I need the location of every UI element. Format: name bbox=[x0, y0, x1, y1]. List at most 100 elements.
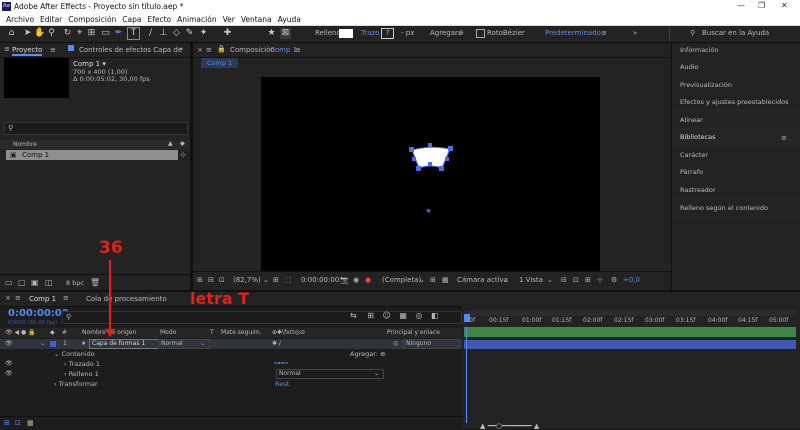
tab-menu-icon[interactable]: ≡ bbox=[63, 294, 69, 302]
panel-audio[interactable]: Audio bbox=[672, 59, 800, 76]
menu-ver[interactable]: Ver bbox=[223, 15, 235, 24]
menu-capa[interactable]: Capa bbox=[122, 15, 141, 24]
lock-icon[interactable]: 🔒 bbox=[217, 45, 226, 53]
zoom-tool-icon[interactable]: ⚲ bbox=[46, 28, 57, 39]
tab-comp-name[interactable]: Comp 1 bbox=[270, 46, 297, 54]
help-search[interactable]: ⚲ Buscar en la Ayuda bbox=[669, 28, 796, 39]
visibility-icon[interactable]: 👁 bbox=[5, 340, 13, 347]
mask-icon[interactable]: ⊡ bbox=[219, 276, 225, 284]
puppet-tool-icon[interactable]: ✦ bbox=[198, 28, 209, 39]
brush-tool-icon[interactable]: / bbox=[145, 28, 156, 39]
panel-tracker[interactable]: Rastreador bbox=[672, 182, 800, 199]
roto-brush-tool-icon[interactable]: ✎ bbox=[184, 28, 195, 39]
shy-icon[interactable]: ☺ bbox=[383, 311, 391, 320]
region-of-interest-icon[interactable]: ▦ bbox=[442, 276, 449, 284]
tab-composition[interactable]: Composición bbox=[230, 46, 275, 54]
add-icon[interactable]: ⊕ bbox=[458, 29, 464, 37]
menu-composicion[interactable]: Composición bbox=[68, 15, 116, 24]
tab-effect-controls[interactable]: Controles de efectos Capa de bbox=[79, 46, 182, 54]
zoom-slider[interactable]: ▲ ━━○━━━━━━━ ▲ bbox=[480, 422, 539, 430]
flowchart-icon[interactable]: ⊹ bbox=[180, 151, 186, 159]
contents-row[interactable]: ⌄ Contenido bbox=[54, 350, 95, 358]
tab-close-icon[interactable]: ≡ bbox=[50, 46, 56, 54]
draft-3d-icon[interactable]: ⊞ bbox=[367, 311, 374, 320]
label-icon[interactable]: ◆ bbox=[50, 329, 55, 336]
transform-row[interactable]: › Transformar bbox=[54, 380, 98, 388]
sort-icon[interactable]: ▲ bbox=[168, 140, 173, 147]
fill-row[interactable]: › Relleno 1 bbox=[64, 370, 99, 378]
align-icon[interactable]: ⊠ bbox=[280, 28, 291, 39]
contents-add[interactable]: Agregar: ⊕ bbox=[350, 350, 386, 358]
exposure-icon[interactable]: ⚙ bbox=[611, 276, 617, 284]
tab-project[interactable]: Proyecto bbox=[12, 46, 43, 56]
close-icon[interactable]: × bbox=[5, 294, 11, 302]
camera-dropdown-icon[interactable]: ⌄ bbox=[503, 276, 509, 284]
fill-label[interactable]: Relleno bbox=[315, 29, 341, 37]
channel-icon[interactable]: ● bbox=[365, 276, 371, 284]
menu-efecto[interactable]: Efecto bbox=[148, 15, 172, 24]
pickwhip-icon[interactable]: ◎ bbox=[393, 340, 398, 347]
home-icon[interactable]: ⌂ bbox=[6, 28, 17, 39]
exposure-value[interactable]: +0,0 bbox=[623, 276, 640, 284]
resolution-dropdown-icon[interactable]: ⌄ bbox=[419, 276, 425, 284]
star-tool-icon[interactable]: ★ bbox=[266, 28, 277, 39]
stroke-label[interactable]: Trazo bbox=[361, 29, 379, 37]
visibility-icon[interactable]: 👁 bbox=[5, 360, 13, 367]
maximize-icon[interactable]: ❐ bbox=[758, 1, 765, 10]
workspace-default[interactable]: Predeterminado bbox=[545, 29, 601, 37]
camera-tool-icon[interactable]: ⌖ bbox=[74, 28, 85, 39]
layer-row[interactable]: 👁 ⌄ 1 ★ Capa de formas 1 Normal ⌄ ✱ / ◎ … bbox=[0, 339, 462, 349]
text-tool-icon[interactable]: T bbox=[127, 27, 140, 40]
minimize-icon[interactable]: — bbox=[737, 1, 745, 10]
graph-editor-icon[interactable]: ◧ bbox=[431, 311, 439, 320]
add-label[interactable]: Agregar: bbox=[430, 29, 460, 37]
expand-icon[interactable]: ⌄ bbox=[54, 350, 59, 358]
rotate-tool-icon[interactable]: ↻ bbox=[62, 28, 73, 39]
stroke-swatch[interactable]: ? bbox=[381, 28, 394, 39]
trash-icon[interactable]: 🗑 bbox=[90, 278, 100, 287]
work-area-bar[interactable] bbox=[466, 310, 796, 316]
layer-name[interactable]: Capa de formas 1 bbox=[89, 339, 159, 349]
workspace-menu-icon[interactable]: ≡ bbox=[601, 29, 607, 37]
shape-layer[interactable] bbox=[406, 141, 456, 177]
panel-overflow-icon[interactable]: » bbox=[179, 45, 183, 53]
anchor-point-icon[interactable]: ⌖ bbox=[426, 207, 431, 217]
flowchart-icon[interactable]: ⊹ bbox=[597, 276, 603, 284]
label-color[interactable] bbox=[50, 341, 56, 347]
comp-subtab[interactable]: Comp 1 bbox=[201, 58, 239, 68]
panel-character[interactable]: Carácter bbox=[672, 147, 800, 164]
interpret-footage-icon[interactable]: ▭ bbox=[5, 278, 13, 287]
layer-duration-bar[interactable] bbox=[464, 340, 796, 349]
path-row[interactable]: › Trazado 1 bbox=[64, 360, 100, 368]
tab-menu-icon[interactable]: ≡ bbox=[295, 46, 301, 54]
project-search[interactable]: ⚲ bbox=[4, 122, 188, 135]
toggle-pixel-icon[interactable]: ⊟ bbox=[561, 276, 567, 284]
new-folder-icon[interactable]: ▢ bbox=[18, 278, 26, 287]
close-icon[interactable]: ✕ bbox=[781, 1, 788, 10]
reset-link[interactable]: Rest. bbox=[275, 380, 291, 388]
panel-menu-icon[interactable]: ≡ bbox=[781, 134, 787, 142]
clone-stamp-tool-icon[interactable]: ⊥ bbox=[158, 28, 169, 39]
visibility-icon[interactable]: 👁 bbox=[5, 370, 13, 377]
view-layout[interactable]: 1 Vista bbox=[519, 276, 543, 284]
mode-dropdown-icon[interactable]: ⌄ bbox=[200, 340, 205, 347]
panel-preview[interactable]: Previsualización bbox=[672, 77, 800, 94]
panel-effects-presets[interactable]: Efectos y ajustes preestablecidos bbox=[672, 94, 800, 111]
comp-mini-flowchart-icon[interactable]: ⇆ bbox=[350, 311, 357, 320]
comp-name[interactable]: Comp 1 ▾ bbox=[73, 60, 106, 68]
show-snapshot-icon[interactable]: ◉ bbox=[353, 276, 359, 284]
comp-viewer[interactable]: ⌖ bbox=[261, 77, 600, 271]
menu-editar[interactable]: Editar bbox=[40, 15, 62, 24]
fill-mode-dropdown-icon[interactable]: ⌄ bbox=[374, 370, 379, 377]
timeline-timecode[interactable]: 0:00:00:00 bbox=[8, 308, 69, 319]
help-search-input[interactable]: Buscar en la Ayuda bbox=[702, 29, 769, 37]
expand-icon[interactable]: ⌄ bbox=[40, 340, 45, 347]
transparency-icon[interactable]: ⊞ bbox=[430, 276, 436, 284]
fill-mode[interactable]: Normal bbox=[276, 369, 384, 379]
rectangle-tool-icon[interactable]: ▭ bbox=[100, 28, 111, 39]
expand-icon[interactable]: › bbox=[64, 360, 67, 368]
close-icon[interactable]: × bbox=[197, 46, 203, 54]
workspace-overflow-icon[interactable]: » bbox=[633, 29, 637, 37]
fast-preview-icon[interactable]: ⊡ bbox=[573, 276, 579, 284]
stroke-width[interactable]: - px bbox=[401, 29, 414, 37]
